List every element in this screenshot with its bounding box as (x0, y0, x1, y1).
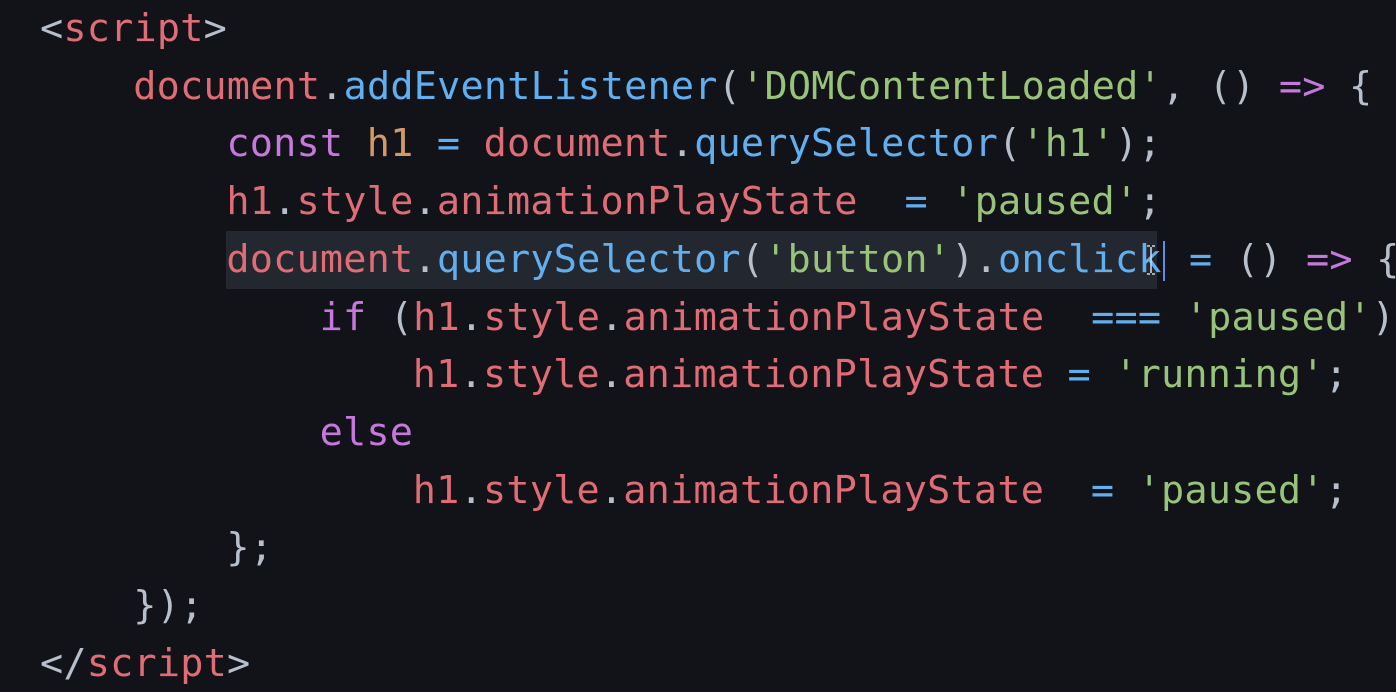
code-token-punctuation: > (203, 6, 228, 51)
code-token-punctuation: ; (1138, 179, 1162, 225)
code-token-punctuation: ( (740, 236, 765, 282)
code-token-variable: h1 (226, 179, 274, 225)
text-caret (1162, 241, 1165, 282)
code-token-punctuation: ); (1114, 121, 1162, 167)
code-token-function: = (436, 121, 461, 167)
code-line[interactable]: </script> (40, 635, 250, 692)
code-token-punctuation: ; (1324, 467, 1349, 513)
code-token-punctuation (460, 121, 483, 166)
code-token-punctuation: , () (1161, 63, 1279, 109)
code-token-tag: script (63, 6, 204, 51)
code-token-tag: script (86, 640, 228, 686)
code-token-variable: animationPlayState (623, 467, 1045, 513)
code-token-variable: animationPlayState (436, 179, 858, 225)
code-token-keyword: if (319, 294, 367, 340)
code-line[interactable]: }; (226, 519, 273, 577)
code-line[interactable]: }); (133, 577, 203, 635)
code-token-punctuation: . (413, 236, 437, 282)
code-token-punctuation: }; (226, 525, 274, 571)
code-token-punctuation: . (599, 467, 624, 513)
code-token-string: 'DOMContentLoaded' (741, 63, 1162, 109)
code-token-keyword: => (1278, 63, 1326, 109)
code-token-punctuation (1091, 352, 1114, 397)
code-token-punctuation (1166, 237, 1189, 282)
code-line[interactable]: <script> (40, 0, 227, 58)
code-editor[interactable]: <script> document.addEventListener('DOMCo… (0, 0, 1396, 692)
code-token-punctuation (1044, 468, 1091, 513)
code-line[interactable]: h1.style.animationPlayState = 'running'; (413, 346, 1348, 404)
code-token-function: onclick (997, 236, 1162, 282)
code-token-punctuation: < (40, 6, 64, 51)
code-token-punctuation: . (459, 467, 483, 513)
code-token-punctuation: ( (366, 294, 414, 340)
code-token-punctuation: ( (998, 121, 1022, 167)
code-token-punctuation: . (273, 179, 297, 225)
code-line[interactable]: if (h1.style.animationPlayState === 'pau… (320, 289, 1396, 347)
code-token-function: querySelector (436, 236, 741, 282)
code-token-function: = (1189, 236, 1213, 282)
code-token-variable: style (296, 179, 414, 225)
code-token-punctuation (1161, 295, 1184, 340)
code-token-punctuation: }); (133, 583, 204, 628)
code-token-function: = (1067, 352, 1091, 398)
code-token-function: querySelector (694, 121, 998, 167)
code-line[interactable]: const h1 = document.querySelector('h1'); (226, 115, 1161, 173)
code-token-punctuation (343, 121, 366, 166)
code-line[interactable]: h1.style.animationPlayState = 'paused'; (413, 462, 1348, 520)
code-token-punctuation: . (599, 352, 624, 398)
code-token-punctuation: ( (717, 63, 742, 109)
code-token-variable: animationPlayState (623, 294, 1045, 340)
code-token-variable: h1 (412, 352, 460, 398)
code-token-punctuation: > (227, 640, 251, 686)
code-token-variable: document (483, 121, 671, 167)
code-token-punctuation: ) (1371, 294, 1396, 340)
code-token-punctuation: . (413, 179, 437, 225)
code-token-string: 'running' (1114, 352, 1325, 398)
code-token-variable: document (226, 236, 414, 282)
code-token-punctuation: ; (1324, 352, 1349, 398)
code-token-string: 'h1' (1021, 121, 1115, 167)
code-line[interactable]: h1.style.animationPlayState = 'paused'; (226, 173, 1161, 231)
code-token-punctuation: () (1212, 236, 1306, 282)
code-token-punctuation: . (459, 294, 484, 340)
code-token-punctuation: ). (951, 236, 998, 282)
code-line[interactable]: else (320, 404, 414, 462)
text-cursor-icon (1147, 245, 1155, 275)
code-token-string: 'paused' (1137, 467, 1325, 513)
code-token-variable: document (133, 63, 321, 109)
code-token-keyword: const (226, 121, 344, 167)
code-token-function: = (904, 179, 928, 225)
code-token-keyword: else (319, 409, 414, 455)
code-token-string: 'button' (764, 236, 952, 282)
code-token-variable: animationPlayState (623, 352, 1045, 398)
code-line-active[interactable]: document.querySelector('button').onclick… (226, 230, 1396, 289)
code-token-punctuation: . (459, 352, 483, 398)
code-token-punctuation (1044, 295, 1091, 340)
code-token-punctuation: { (1352, 236, 1396, 282)
code-token-string: 'paused' (951, 179, 1139, 225)
code-token-punctuation: . (600, 294, 624, 340)
code-token-punctuation (1044, 352, 1067, 397)
code-token-punctuation: . (670, 121, 695, 167)
code-token-variable: style (482, 467, 600, 513)
code-line[interactable]: document.addEventListener('DOMContentLoa… (133, 58, 1372, 116)
code-token-variable: h1 (413, 294, 460, 340)
code-token-variable: style (483, 294, 601, 340)
code-token-function: === (1091, 294, 1162, 340)
code-token-punctuation (858, 179, 905, 224)
code-token-punctuation (413, 121, 436, 166)
code-token-function: = (1090, 467, 1115, 513)
code-token-punctuation (928, 179, 951, 224)
code-token-keyword: => (1305, 236, 1353, 282)
code-token-variable: style (482, 352, 600, 398)
code-token-punctuation (1114, 468, 1137, 513)
code-token-constant: h1 (366, 121, 414, 167)
code-token-function: addEventListener (343, 63, 718, 109)
code-token-string: 'paused' (1184, 294, 1372, 340)
code-token-punctuation: . (320, 63, 344, 109)
code-token-punctuation: { (1325, 63, 1373, 109)
code-token-punctuation: </ (40, 640, 87, 686)
code-token-variable: h1 (412, 467, 460, 513)
